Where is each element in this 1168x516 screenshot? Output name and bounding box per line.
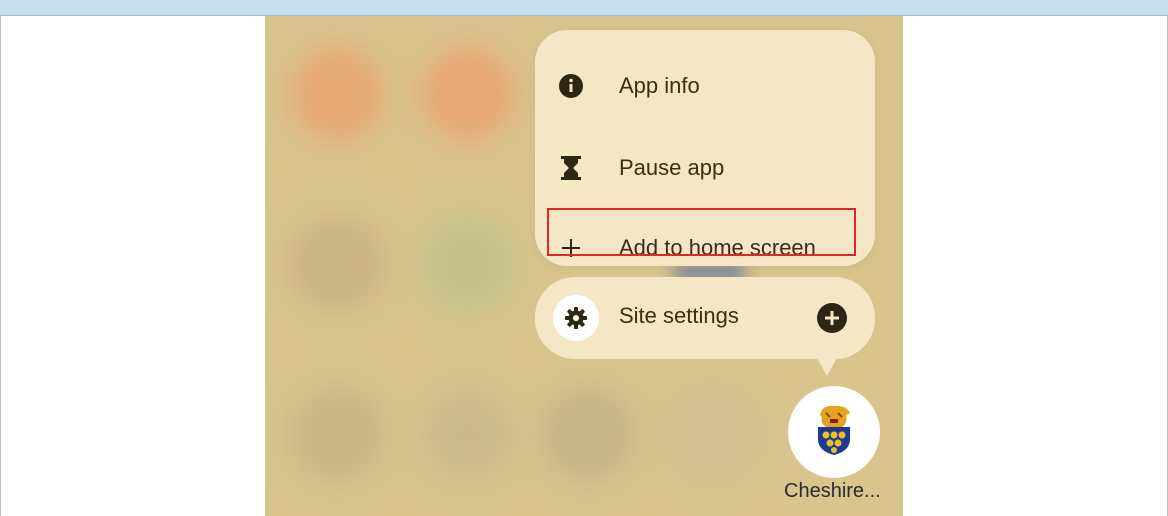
blurred-app-icon xyxy=(290,216,386,312)
blurred-app-icon xyxy=(420,386,516,482)
add-circle-icon[interactable] xyxy=(817,303,847,333)
menu-item-label: App info xyxy=(619,73,700,98)
blurred-app-icon xyxy=(420,216,516,312)
highlight-box xyxy=(547,208,856,256)
menu-item-label: Pause app xyxy=(619,155,725,180)
menu-item-pause-app[interactable]: Pause app xyxy=(535,138,875,198)
site-settings-row[interactable]: Site settings xyxy=(535,277,875,359)
blurred-app-icon xyxy=(290,46,386,142)
menu-item-app-info[interactable]: App info xyxy=(535,56,875,116)
info-icon xyxy=(557,72,585,100)
popup-tail xyxy=(817,358,837,376)
blurred-app-icon xyxy=(420,46,516,142)
gear-icon xyxy=(553,295,599,341)
app-label: Cheshire... xyxy=(784,480,881,502)
app-shortcut-menu: App info Pause app Add to home screen xyxy=(535,30,875,266)
blurred-app-icon xyxy=(540,386,636,482)
site-settings-label: Site settings xyxy=(619,303,739,328)
phone-home-screen: App info Pause app Add to home screen Si… xyxy=(265,16,903,516)
frame-border-left xyxy=(0,16,1,516)
blurred-app-icon xyxy=(665,386,761,482)
blurred-app-icon xyxy=(290,386,386,482)
app-icon-cheshire[interactable] xyxy=(788,386,880,478)
hourglass-icon xyxy=(557,154,585,182)
cheshire-logo-icon xyxy=(812,403,856,462)
top-banner xyxy=(0,0,1168,16)
